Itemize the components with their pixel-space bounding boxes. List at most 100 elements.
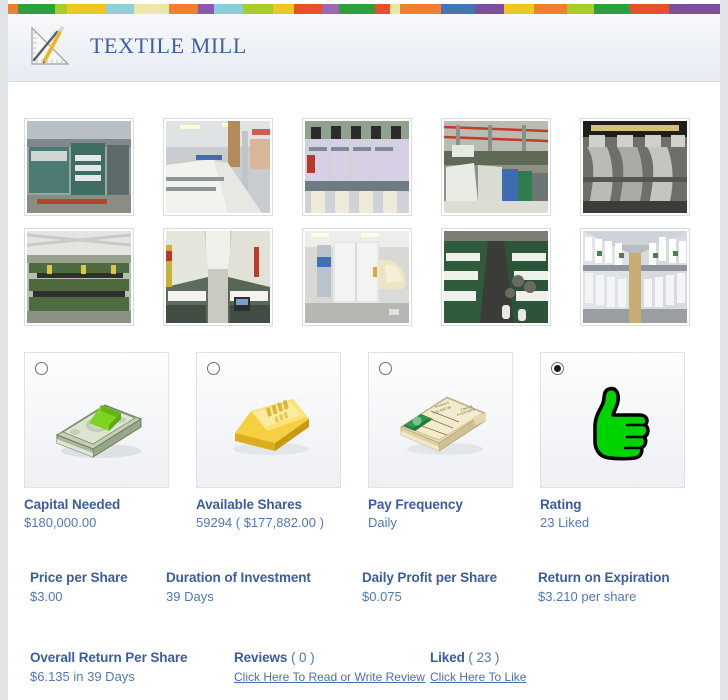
stats-row-secondary: Overall Return Per Share $6.135 in 39 Day… <box>30 650 720 686</box>
image-gallery <box>24 118 708 338</box>
cheque-book-icon: Account N 1-23-4567-89 Check N A-1234-56… <box>369 379 512 471</box>
gallery-thumbnail[interactable] <box>441 118 551 216</box>
gallery-thumbnail[interactable] <box>24 228 134 326</box>
gallery-thumbnail[interactable] <box>441 228 551 326</box>
option-available-shares[interactable]: Available Shares 59294 ( $177,882.00 ) <box>196 352 341 530</box>
stat-link[interactable]: Click Here To Read or Write Review <box>234 670 425 684</box>
stripe-segment <box>594 4 630 14</box>
decorative-stripe-bar <box>8 4 720 14</box>
radio-rating[interactable] <box>551 362 564 375</box>
cash-stack-icon <box>25 379 168 471</box>
stripe-segment <box>294 4 322 14</box>
stat-liked: Liked ( 23 ) Click Here To Like <box>430 650 610 686</box>
gallery-thumbnail[interactable] <box>163 228 273 326</box>
stripe-segment <box>669 4 695 14</box>
site-header: TEXTILE MILL <box>8 14 720 82</box>
gallery-row <box>24 228 708 326</box>
carding-machine-rollers-image <box>583 121 687 213</box>
option-card[interactable] <box>24 352 169 488</box>
stat-label-text: Overall Return Per Share <box>30 650 188 665</box>
stat-price-per-share: Price per Share $3.00 <box>30 570 166 604</box>
option-label: Rating <box>540 497 582 512</box>
gallery-thumbnail[interactable] <box>302 228 412 326</box>
option-card[interactable]: Account N 1-23-4567-89 Check N A-1234-56… <box>368 352 513 488</box>
gallery-thumbnail[interactable] <box>580 118 690 216</box>
stat-label: Overall Return Per Share <box>30 650 234 665</box>
option-card[interactable] <box>540 352 685 488</box>
gold-bar-icon <box>197 379 340 471</box>
stat-reviews: Reviews ( 0 ) Click Here To Read or Write… <box>234 650 430 686</box>
option-value: 23 Liked <box>540 515 590 530</box>
stripe-segment <box>106 4 134 14</box>
page-frame: TEXTILE MILL Capital Needed $180,000.00 … <box>8 0 720 700</box>
option-label: Available Shares <box>196 497 302 512</box>
option-card-group: Capital Needed $180,000.00 Available Sha… <box>24 352 714 530</box>
radio-pay-frequency[interactable] <box>379 362 392 375</box>
page-title: TEXTILE MILL <box>90 33 247 58</box>
stripe-segment <box>441 4 475 14</box>
option-rating[interactable]: Rating 23 Liked <box>540 352 685 530</box>
stripe-segment <box>198 4 214 14</box>
stripe-segment <box>133 4 169 14</box>
stat-label: Duration of Investment <box>166 570 311 585</box>
stripe-segment <box>66 4 107 14</box>
option-value: 59294 ( $177,882.00 ) <box>196 515 324 530</box>
stripe-segment <box>17 4 56 14</box>
cotton-conveyor-line-image <box>166 121 270 213</box>
stripe-segment <box>55 4 67 14</box>
option-label: Pay Frequency <box>368 497 463 512</box>
option-capital-needed[interactable]: Capital Needed $180,000.00 <box>24 352 169 530</box>
stripe-segment <box>474 4 505 14</box>
gallery-thumbnail[interactable] <box>580 228 690 326</box>
spinning-frame-bobbins-image <box>305 121 409 213</box>
stat-label-text: Liked <box>430 650 465 665</box>
stat-value: $3.00 <box>30 589 63 604</box>
stat-label: Return on Expiration <box>538 570 670 585</box>
option-pay-frequency[interactable]: Account N 1-23-4567-89 Check N A-1234-56… <box>368 352 513 530</box>
stat-label: Daily Profit per Share <box>362 570 498 585</box>
stripe-segment <box>321 4 340 14</box>
stripe-segment <box>629 4 670 14</box>
stat-return-on-expiration: Return on Expiration $3.210 per share <box>538 570 718 604</box>
stripe-segment <box>8 4 18 14</box>
stripe-segment <box>567 4 595 14</box>
page-root: TEXTILE MILL Capital Needed $180,000.00 … <box>0 0 728 700</box>
weaving-loom-hall-image <box>27 231 131 323</box>
stripe-segment <box>400 4 442 14</box>
page-gutter-left <box>0 0 8 700</box>
ruler-pencil-icon <box>24 20 76 72</box>
stripe-segment <box>504 4 534 14</box>
option-value: $180,000.00 <box>24 515 97 530</box>
page-gutter-right <box>720 0 728 700</box>
radio-capital-needed[interactable] <box>35 362 48 375</box>
stat-daily-profit-per-share: Daily Profit per Share $0.075 <box>362 570 538 604</box>
stat-label-text: Reviews <box>234 650 288 665</box>
stripe-segment <box>339 4 375 14</box>
gallery-thumbnail[interactable] <box>302 118 412 216</box>
stat-duration-of-investment: Duration of Investment 39 Days <box>166 570 362 604</box>
gallery-row <box>24 118 708 216</box>
stripe-segment <box>213 4 244 14</box>
stat-value: 39 Days <box>166 589 214 604</box>
blow-room-cotton-opener-image <box>305 231 409 323</box>
radio-available-shares[interactable] <box>207 362 220 375</box>
stat-link[interactable]: Click Here To Like <box>430 670 526 684</box>
gallery-thumbnail[interactable] <box>24 118 134 216</box>
raw-cotton-bales-warehouse-image <box>444 121 548 213</box>
stripe-segment <box>533 4 568 14</box>
stat-label: Liked ( 23 ) <box>430 650 610 665</box>
gallery-thumbnail[interactable] <box>163 118 273 216</box>
thumbs-up-icon <box>541 379 684 471</box>
stats-row-primary: Price per Share $3.00 Duration of Investme… <box>30 570 720 604</box>
option-card[interactable] <box>196 352 341 488</box>
stat-value: $6.135 in 39 Days <box>30 669 135 684</box>
brand: TEXTILE MILL <box>24 20 247 72</box>
stripe-segment <box>272 4 295 14</box>
stat-label: Price per Share <box>30 570 128 585</box>
option-label: Capital Needed <box>24 497 121 512</box>
stripe-segment <box>694 4 720 14</box>
stat-value: $3.210 per share <box>538 589 637 604</box>
ring-spinning-machine-aisle-image <box>583 231 687 323</box>
stripe-segment <box>374 4 391 14</box>
loom-aisle-warp-sheets-image <box>166 231 270 323</box>
